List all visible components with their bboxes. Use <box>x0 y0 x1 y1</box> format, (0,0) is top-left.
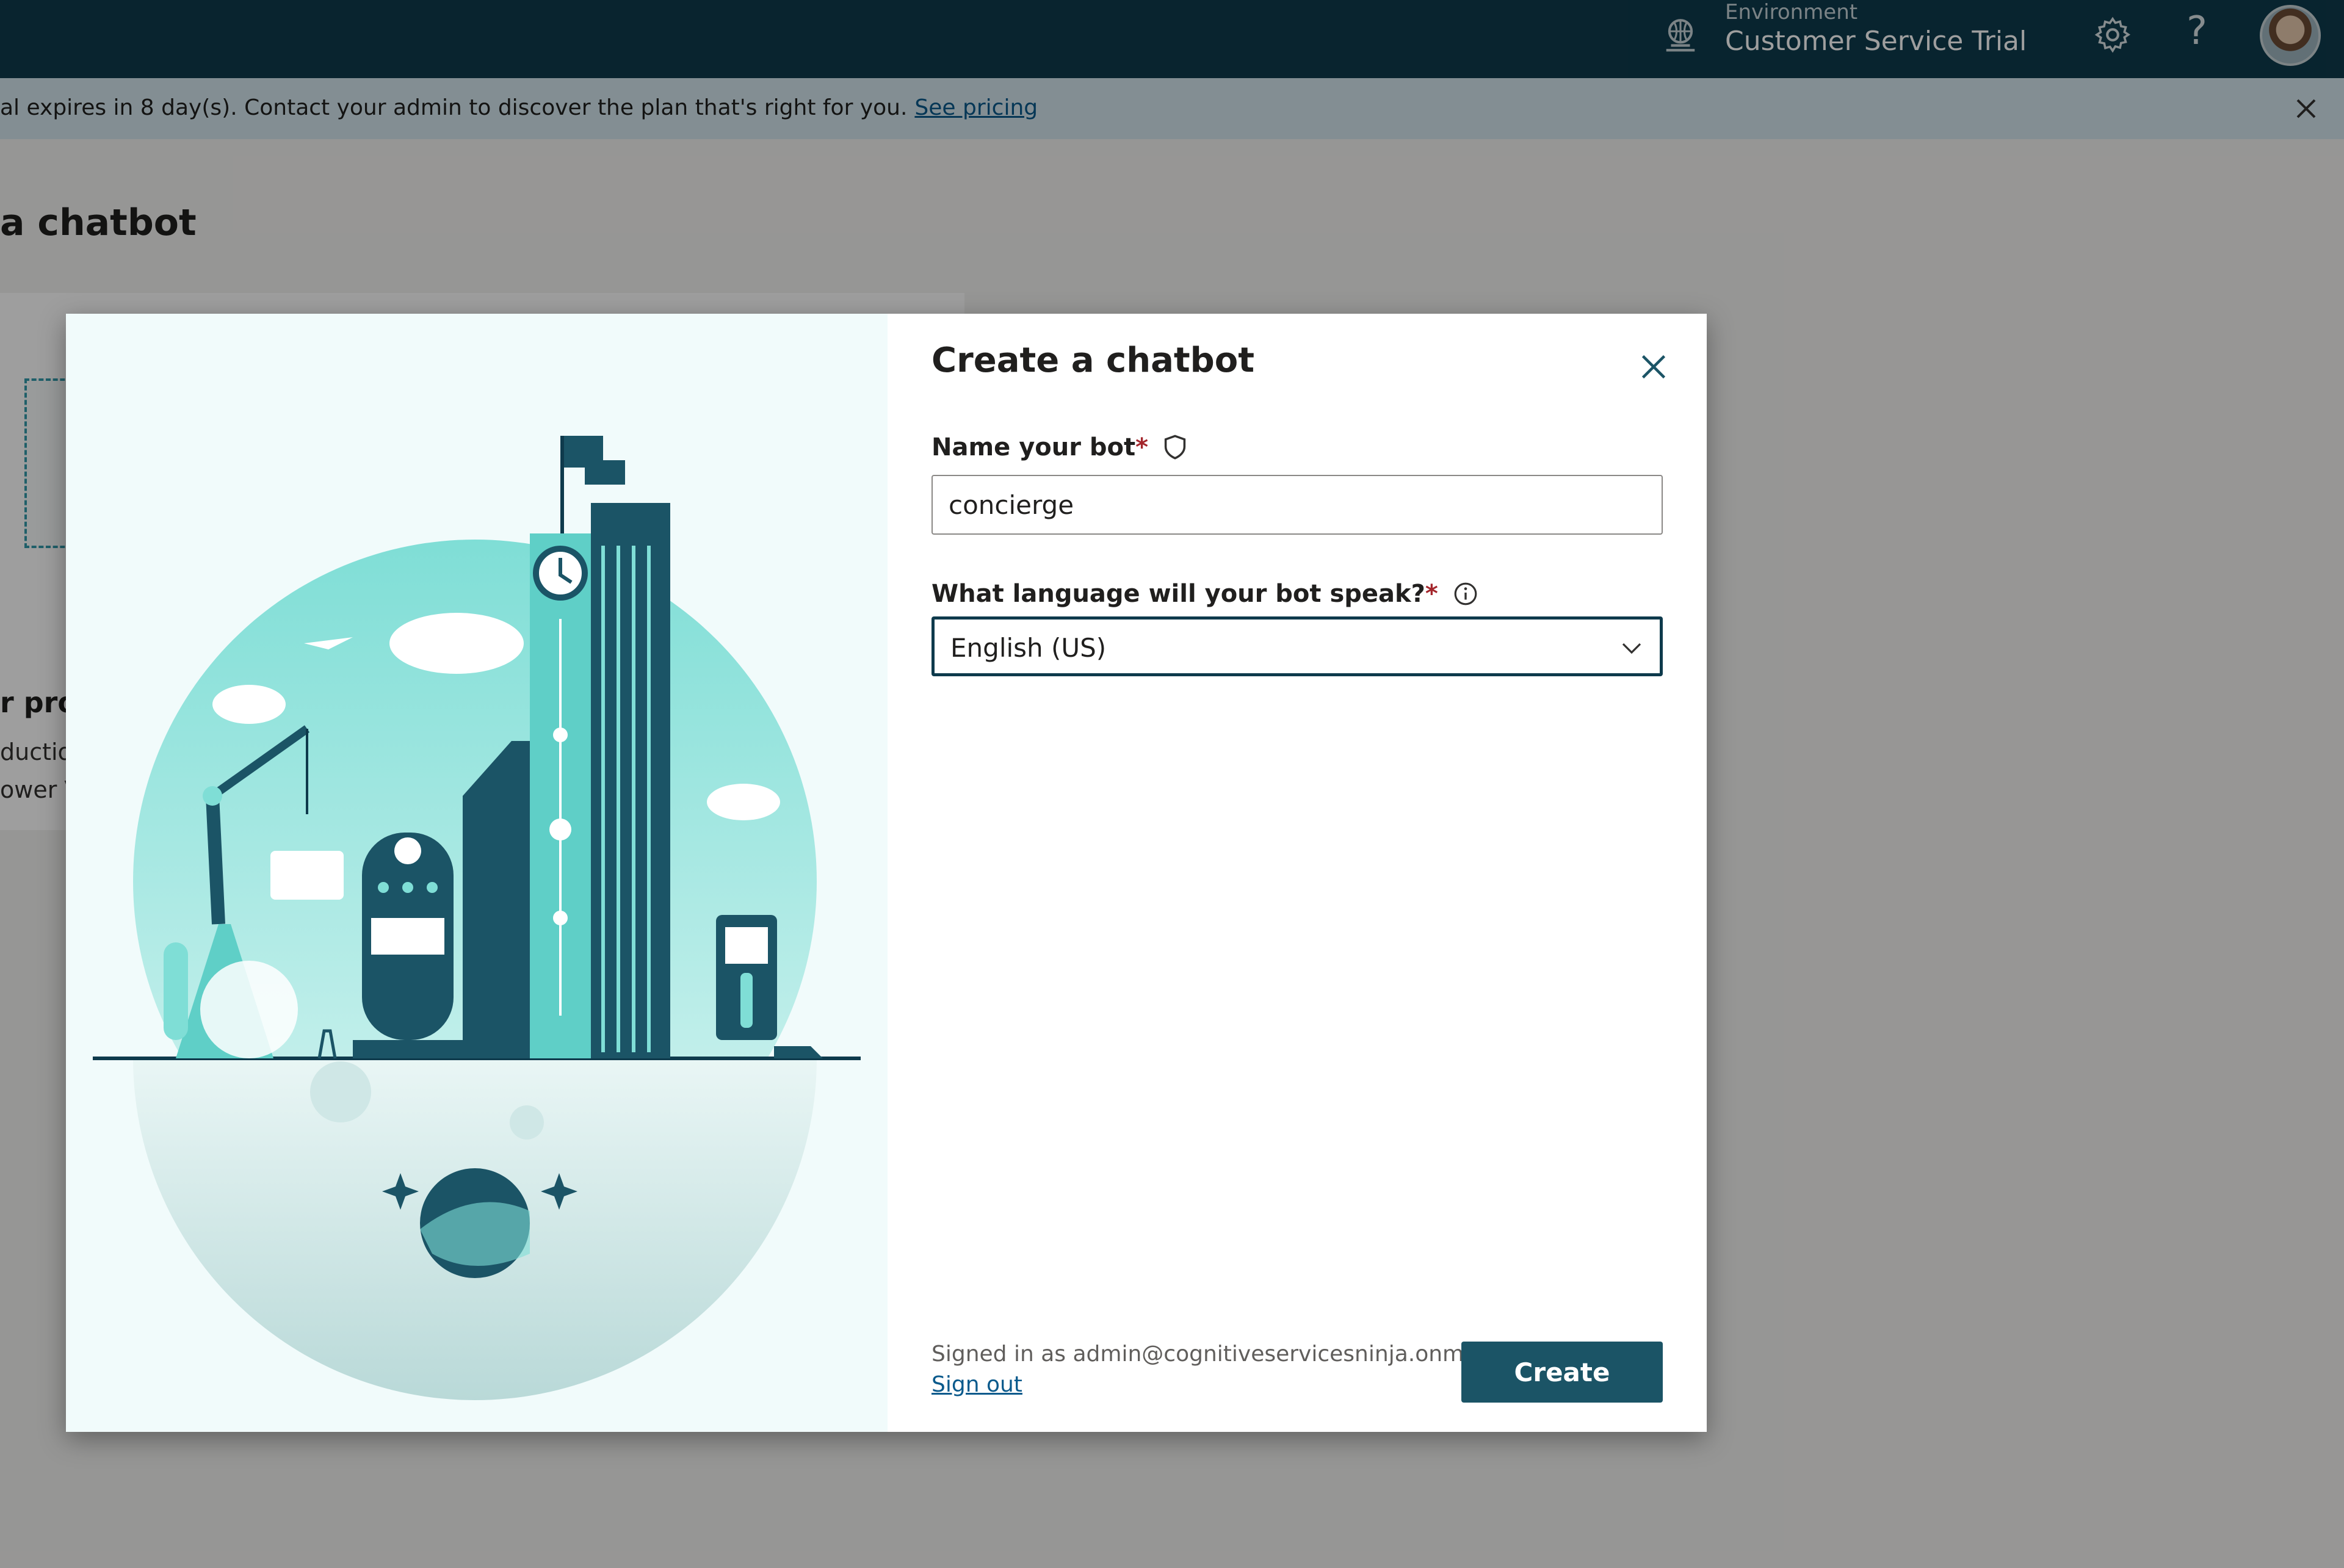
create-chatbot-dialog: Create a chatbot Name your bot* What lan… <box>66 314 1707 1432</box>
required-mark: * <box>1135 433 1149 461</box>
required-mark: * <box>1425 580 1438 608</box>
chevron-down-icon <box>1622 643 1641 654</box>
sign-out-link[interactable]: Sign out <box>931 1372 1022 1397</box>
info-icon[interactable] <box>1453 581 1478 607</box>
dialog-title: Create a chatbot <box>931 341 1254 380</box>
close-icon[interactable] <box>1638 352 1669 382</box>
city-illustration <box>93 436 861 1400</box>
signed-in-text: Signed in as admin@cognitiveservicesninj… <box>931 1342 1503 1367</box>
bot-name-label: Name your bot* <box>931 433 1188 461</box>
bot-name-input[interactable] <box>931 475 1663 535</box>
shield-icon <box>1164 435 1186 460</box>
create-button[interactable]: Create <box>1461 1342 1663 1403</box>
create-chatbot-form: Create a chatbot Name your bot* What lan… <box>888 314 1707 1432</box>
bot-language-dropdown[interactable]: English (US) <box>931 616 1663 676</box>
selected-language: English (US) <box>950 633 1107 663</box>
illustration-panel <box>66 314 888 1432</box>
bot-language-label: What language will your bot speak?* <box>931 580 1478 608</box>
